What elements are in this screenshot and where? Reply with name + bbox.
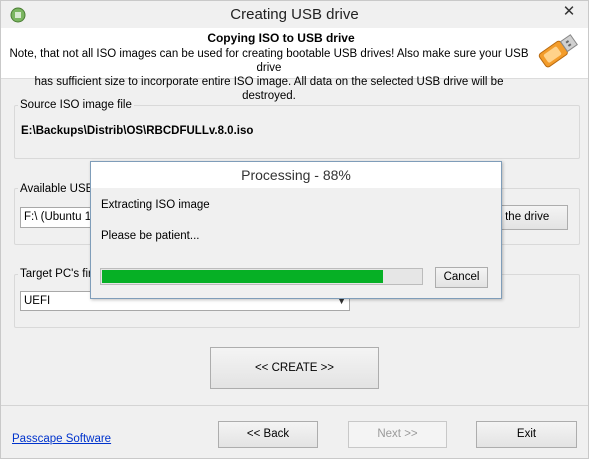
processing-dialog: Processing - 88% Extracting ISO image Pl… (90, 161, 502, 299)
firmware-value: UEFI (24, 295, 51, 307)
dialog-title: Processing - 88% (91, 162, 501, 188)
main-window: Creating USB drive ✕ Copying ISO to USB … (0, 0, 589, 459)
usb-drive-value: F:\ (Ubuntu 1 (24, 211, 92, 223)
close-icon[interactable]: ✕ (556, 2, 582, 22)
usb-label: Available USB (18, 183, 96, 195)
exit-button-label: Exit (516, 428, 537, 440)
progress-bar (100, 268, 423, 285)
header-panel: Copying ISO to USB drive Note, that not … (1, 28, 588, 102)
header-note-line1: Note, that not all ISO images can be use… (9, 48, 529, 74)
create-button[interactable]: << CREATE >> (210, 347, 379, 389)
title-bar: Creating USB drive ✕ (1, 1, 588, 28)
patience-line: Please be patient... (101, 230, 200, 242)
cancel-button-label: Cancel (443, 271, 480, 283)
cancel-button[interactable]: Cancel (435, 267, 488, 288)
header-title: Copying ISO to USB drive (207, 31, 355, 45)
create-button-label: << CREATE >> (254, 362, 335, 374)
progress-fill (102, 270, 383, 283)
footer-divider (1, 405, 588, 406)
status-line: Extracting ISO image (101, 199, 210, 211)
next-button-label: Next >> (377, 428, 418, 440)
passcape-link[interactable]: Passcape Software (12, 433, 111, 445)
window-title: Creating USB drive (230, 6, 359, 23)
back-button[interactable]: << Back (218, 421, 318, 448)
back-button-label: << Back (246, 428, 290, 440)
source-label: Source ISO image file (18, 99, 134, 111)
next-button[interactable]: Next >> (348, 421, 447, 448)
usb-drive-icon (538, 34, 578, 68)
iso-path: E:\Backups\Distrib\OS\RBCDFULLv.8.0.iso (21, 125, 254, 137)
header-note: Note, that not all ISO images can be use… (9, 47, 529, 103)
exit-button[interactable]: Exit (476, 421, 577, 448)
target-label: Target PC's fir (18, 268, 94, 280)
